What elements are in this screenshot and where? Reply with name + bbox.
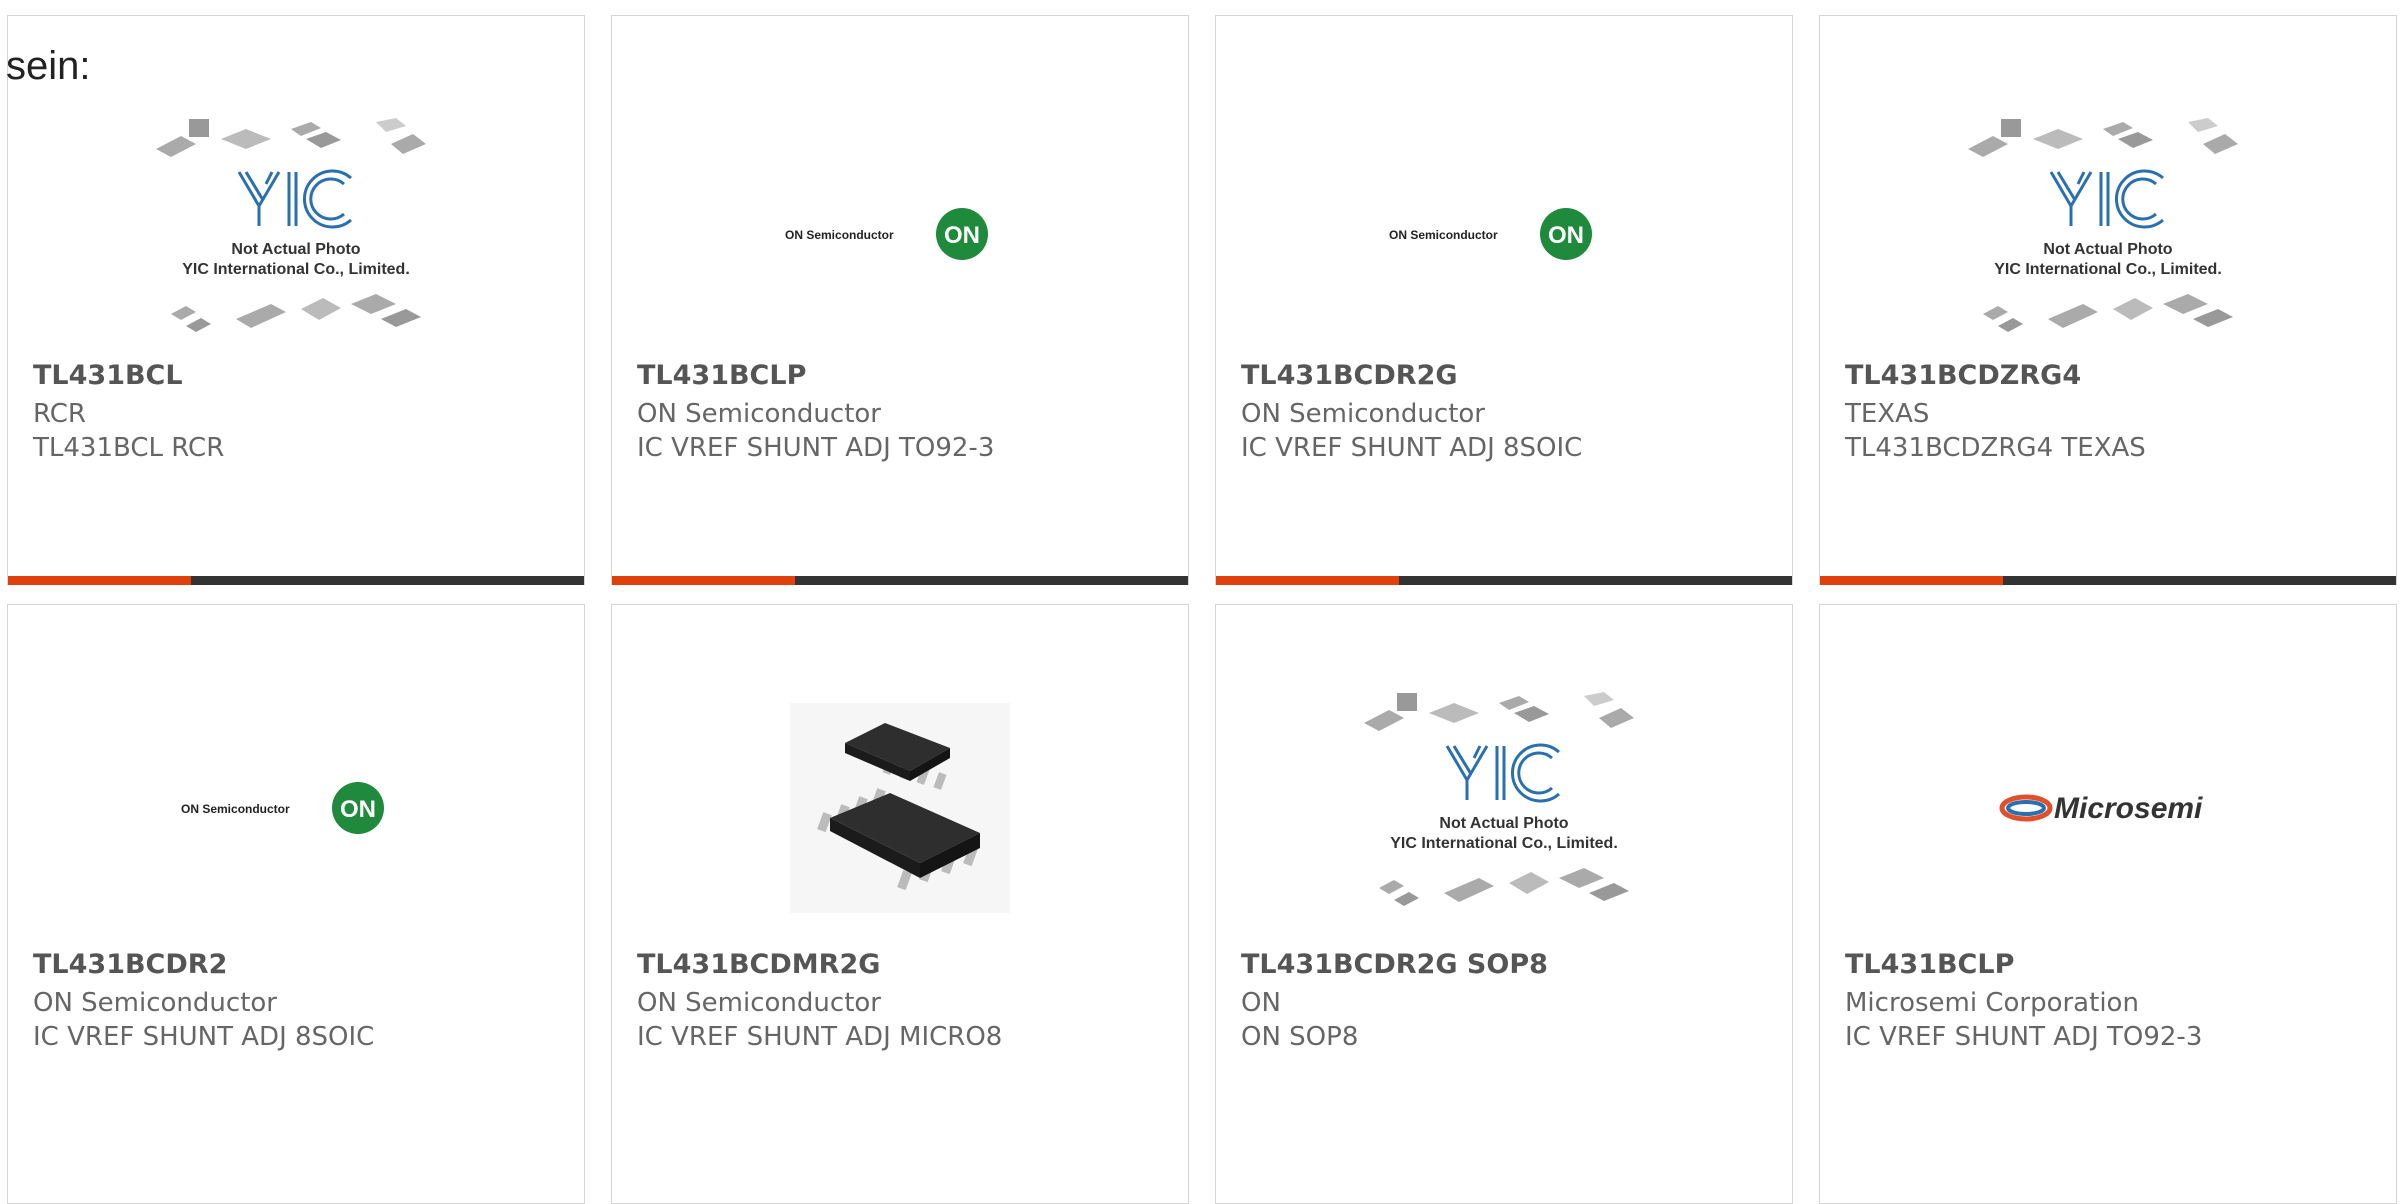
product-image[interactable]: Not Actual Photo YIC International Co., … (8, 91, 584, 376)
product-info: TL431BCDR2G ON Semiconductor IC VREF SHU… (1241, 359, 1772, 465)
microsemi-wordmark: Microsemi (2054, 792, 2203, 825)
product-info: TL431BCDZRG4 TEXAS TL431BCDZRG4 TEXAS (1845, 359, 2376, 465)
accent-segment (1216, 576, 1399, 585)
card-footer-bar (1820, 576, 2396, 585)
product-info: TL431BCDR2G SOP8 ON ON SOP8 (1241, 948, 1772, 1054)
yic-caption-1: Not Actual Photo (2043, 241, 2172, 258)
product-card[interactable]: Not Actual Photo YIC International Co., … (7, 15, 585, 585)
description: IC VREF SHUNT ADJ 8SOIC (1241, 433, 1583, 463)
part-number-link[interactable]: TL431BCLP (1845, 948, 2376, 982)
product-image[interactable] (612, 665, 1188, 950)
product-card[interactable]: Not Actual Photo YIC International Co., … (1819, 15, 2397, 585)
description: IC VREF SHUNT ADJ TO92-3 (637, 433, 995, 463)
product-card[interactable]: ON Semiconductor ON TL431BCLP ON Semicon… (611, 15, 1189, 585)
yic-placeholder-image: Not Actual Photo YIC International Co., … (1364, 691, 1634, 906)
on-semi-wordmark: ON Semiconductor (181, 802, 290, 816)
product-card[interactable]: ON Semiconductor ON TL431BCDR2 ON Semico… (7, 604, 585, 1204)
card-footer-bar (1216, 576, 1792, 585)
product-info: TL431BCLP ON Semiconductor IC VREF SHUNT… (637, 359, 1168, 465)
yic-placeholder-image: Not Actual Photo YIC International Co., … (156, 117, 426, 332)
product-info: TL431BCLP Microsemi Corporation IC VREF … (1845, 948, 2376, 1054)
manufacturer: ON Semiconductor (637, 988, 881, 1018)
card-footer-bar (612, 576, 1188, 585)
yic-caption-2: YIC International Co., Limited. (1390, 835, 1618, 852)
manufacturer: ON (1241, 988, 1281, 1018)
on-semiconductor-logo: ON Semiconductor ON (785, 207, 988, 260)
product-image[interactable]: ON Semiconductor ON (8, 665, 584, 950)
product-image[interactable]: ON Semiconductor ON (1216, 91, 1792, 376)
part-number-link[interactable]: TL431BCDR2G (1241, 359, 1772, 393)
product-card[interactable]: ON Semiconductor ON TL431BCDR2G ON Semic… (1215, 15, 1793, 585)
part-number-link[interactable]: TL431BCLP (637, 359, 1168, 393)
part-number-link[interactable]: TL431BCDR2G SOP8 (1241, 948, 1772, 982)
on-semi-wordmark: ON Semiconductor (785, 228, 894, 242)
yic-placeholder-image: Not Actual Photo YIC International Co., … (1968, 117, 2238, 332)
description: IC VREF SHUNT ADJ MICRO8 (637, 1022, 1003, 1052)
manufacturer: TEXAS (1845, 399, 1930, 429)
on-semiconductor-logo: ON Semiconductor ON (181, 781, 384, 834)
product-info: TL431BCDR2 ON Semiconductor IC VREF SHUN… (33, 948, 564, 1054)
microsemi-logo: Microsemi (1999, 792, 2203, 825)
description: ON SOP8 (1241, 1022, 1359, 1052)
description: TL431BCDZRG4 TEXAS (1845, 433, 2146, 463)
on-badge: ON (1548, 222, 1584, 249)
description: TL431BCL RCR (33, 433, 225, 463)
manufacturer: ON Semiconductor (637, 399, 881, 429)
manufacturer: RCR (33, 399, 86, 429)
accent-segment (1820, 576, 2003, 585)
part-number-link[interactable]: TL431BCDZRG4 (1845, 359, 2376, 393)
product-image[interactable]: Microsemi (1820, 665, 2396, 950)
on-badge: ON (944, 222, 980, 249)
yic-caption-2: YIC International Co., Limited. (182, 261, 410, 278)
yic-caption-1: Not Actual Photo (231, 241, 360, 258)
manufacturer: Microsemi Corporation (1845, 988, 2139, 1018)
on-semiconductor-logo: ON Semiconductor ON (1389, 207, 1592, 260)
product-card[interactable]: Not Actual Photo YIC International Co., … (1215, 604, 1793, 1204)
product-image[interactable]: ON Semiconductor ON (612, 91, 1188, 376)
description: IC VREF SHUNT ADJ TO92-3 (1845, 1022, 2203, 1052)
part-number-link[interactable]: TL431BCDR2 (33, 948, 564, 982)
on-badge: ON (340, 796, 376, 823)
accent-segment (8, 576, 191, 585)
yic-caption-1: Not Actual Photo (1439, 815, 1568, 832)
product-image[interactable]: Not Actual Photo YIC International Co., … (1216, 665, 1792, 950)
product-card[interactable]: Microsemi TL431BCLP Microsemi Corporatio… (1819, 604, 2397, 1204)
part-number-link[interactable]: TL431BCL (33, 359, 564, 393)
lead-text: sein: (6, 44, 91, 88)
description: IC VREF SHUNT ADJ 8SOIC (33, 1022, 375, 1052)
card-footer-bar (8, 576, 584, 585)
part-number-link[interactable]: TL431BCDMR2G (637, 948, 1168, 982)
manufacturer: ON Semiconductor (33, 988, 277, 1018)
product-info: TL431BCL RCR TL431BCL RCR (33, 359, 564, 465)
product-info: TL431BCDMR2G ON Semiconductor IC VREF SH… (637, 948, 1168, 1054)
product-card[interactable]: TL431BCDMR2G ON Semiconductor IC VREF SH… (611, 604, 1189, 1204)
micro8-chip-photo (790, 702, 1010, 913)
accent-segment (612, 576, 795, 585)
product-grid: Not Actual Photo YIC International Co., … (0, 0, 2400, 1204)
manufacturer: ON Semiconductor (1241, 399, 1485, 429)
yic-caption-2: YIC International Co., Limited. (1994, 261, 2222, 278)
on-semi-wordmark: ON Semiconductor (1389, 228, 1498, 242)
product-image[interactable]: Not Actual Photo YIC International Co., … (1820, 91, 2396, 376)
